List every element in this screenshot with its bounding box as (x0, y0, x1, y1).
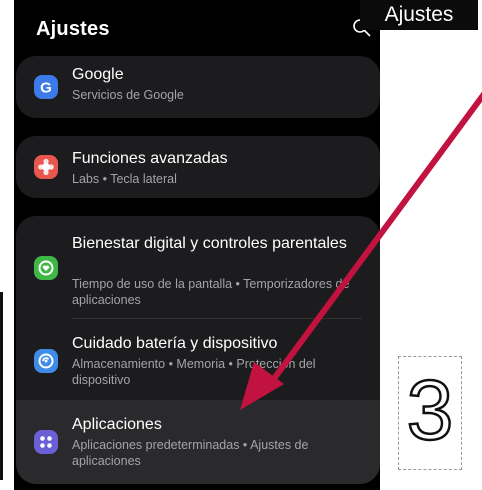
advanced-features-icon (34, 155, 58, 179)
settings-item-subtitle: Aplicaciones predeterminadas • Ajustes d… (72, 438, 309, 468)
step-number-text: 3 (407, 369, 454, 455)
settings-item-title: Google (72, 66, 124, 83)
svg-text:G: G (40, 80, 52, 97)
settings-item-google[interactable]: G Google Servicios de Google (16, 56, 380, 118)
step-number-card: 3 (398, 356, 462, 470)
digital-wellbeing-icon (34, 256, 58, 280)
section-tag: Ajustes (360, 0, 478, 30)
google-icon: G (34, 75, 58, 99)
settings-item-device-care[interactable]: Cuidado batería y dispositivo Almacenami… (16, 319, 380, 399)
settings-item-advanced-features[interactable]: Funciones avanzadas Labs • Tecla lateral (16, 136, 380, 198)
frame-edge (0, 292, 3, 480)
settings-item-subtitle: Almacenamiento • Memoria • Protección de… (72, 357, 316, 387)
settings-item-title: Bienestar digital y controles parentales (72, 235, 347, 252)
page-title: Ajustes (36, 18, 110, 40)
settings-item-subtitle: Tiempo de uso de la pantalla • Temporiza… (72, 277, 350, 307)
step-number-graphic: 3 (405, 369, 454, 455)
settings-item-digital-wellbeing[interactable]: Bienestar digital y controles parentales… (16, 216, 380, 316)
settings-item-subtitle: Labs • Tecla lateral (72, 172, 177, 186)
settings-item-apps[interactable]: Aplicaciones Aplicaciones predeterminada… (16, 400, 380, 484)
device-care-icon (34, 349, 58, 373)
settings-screen: Ajustes G Google Servicios de Google Fun… (14, 0, 380, 490)
settings-card-google: G Google Servicios de Google (16, 56, 380, 118)
settings-item-title: Cuidado batería y dispositivo (72, 335, 278, 352)
settings-card-group: Bienestar digital y controles parentales… (16, 216, 380, 484)
settings-card-advanced: Funciones avanzadas Labs • Tecla lateral (16, 136, 380, 198)
settings-item-subtitle: Servicios de Google (72, 88, 184, 102)
apps-icon (34, 430, 58, 454)
settings-item-title: Funciones avanzadas (72, 150, 228, 167)
settings-header: Ajustes (14, 0, 380, 55)
settings-item-title: Aplicaciones (72, 416, 162, 433)
